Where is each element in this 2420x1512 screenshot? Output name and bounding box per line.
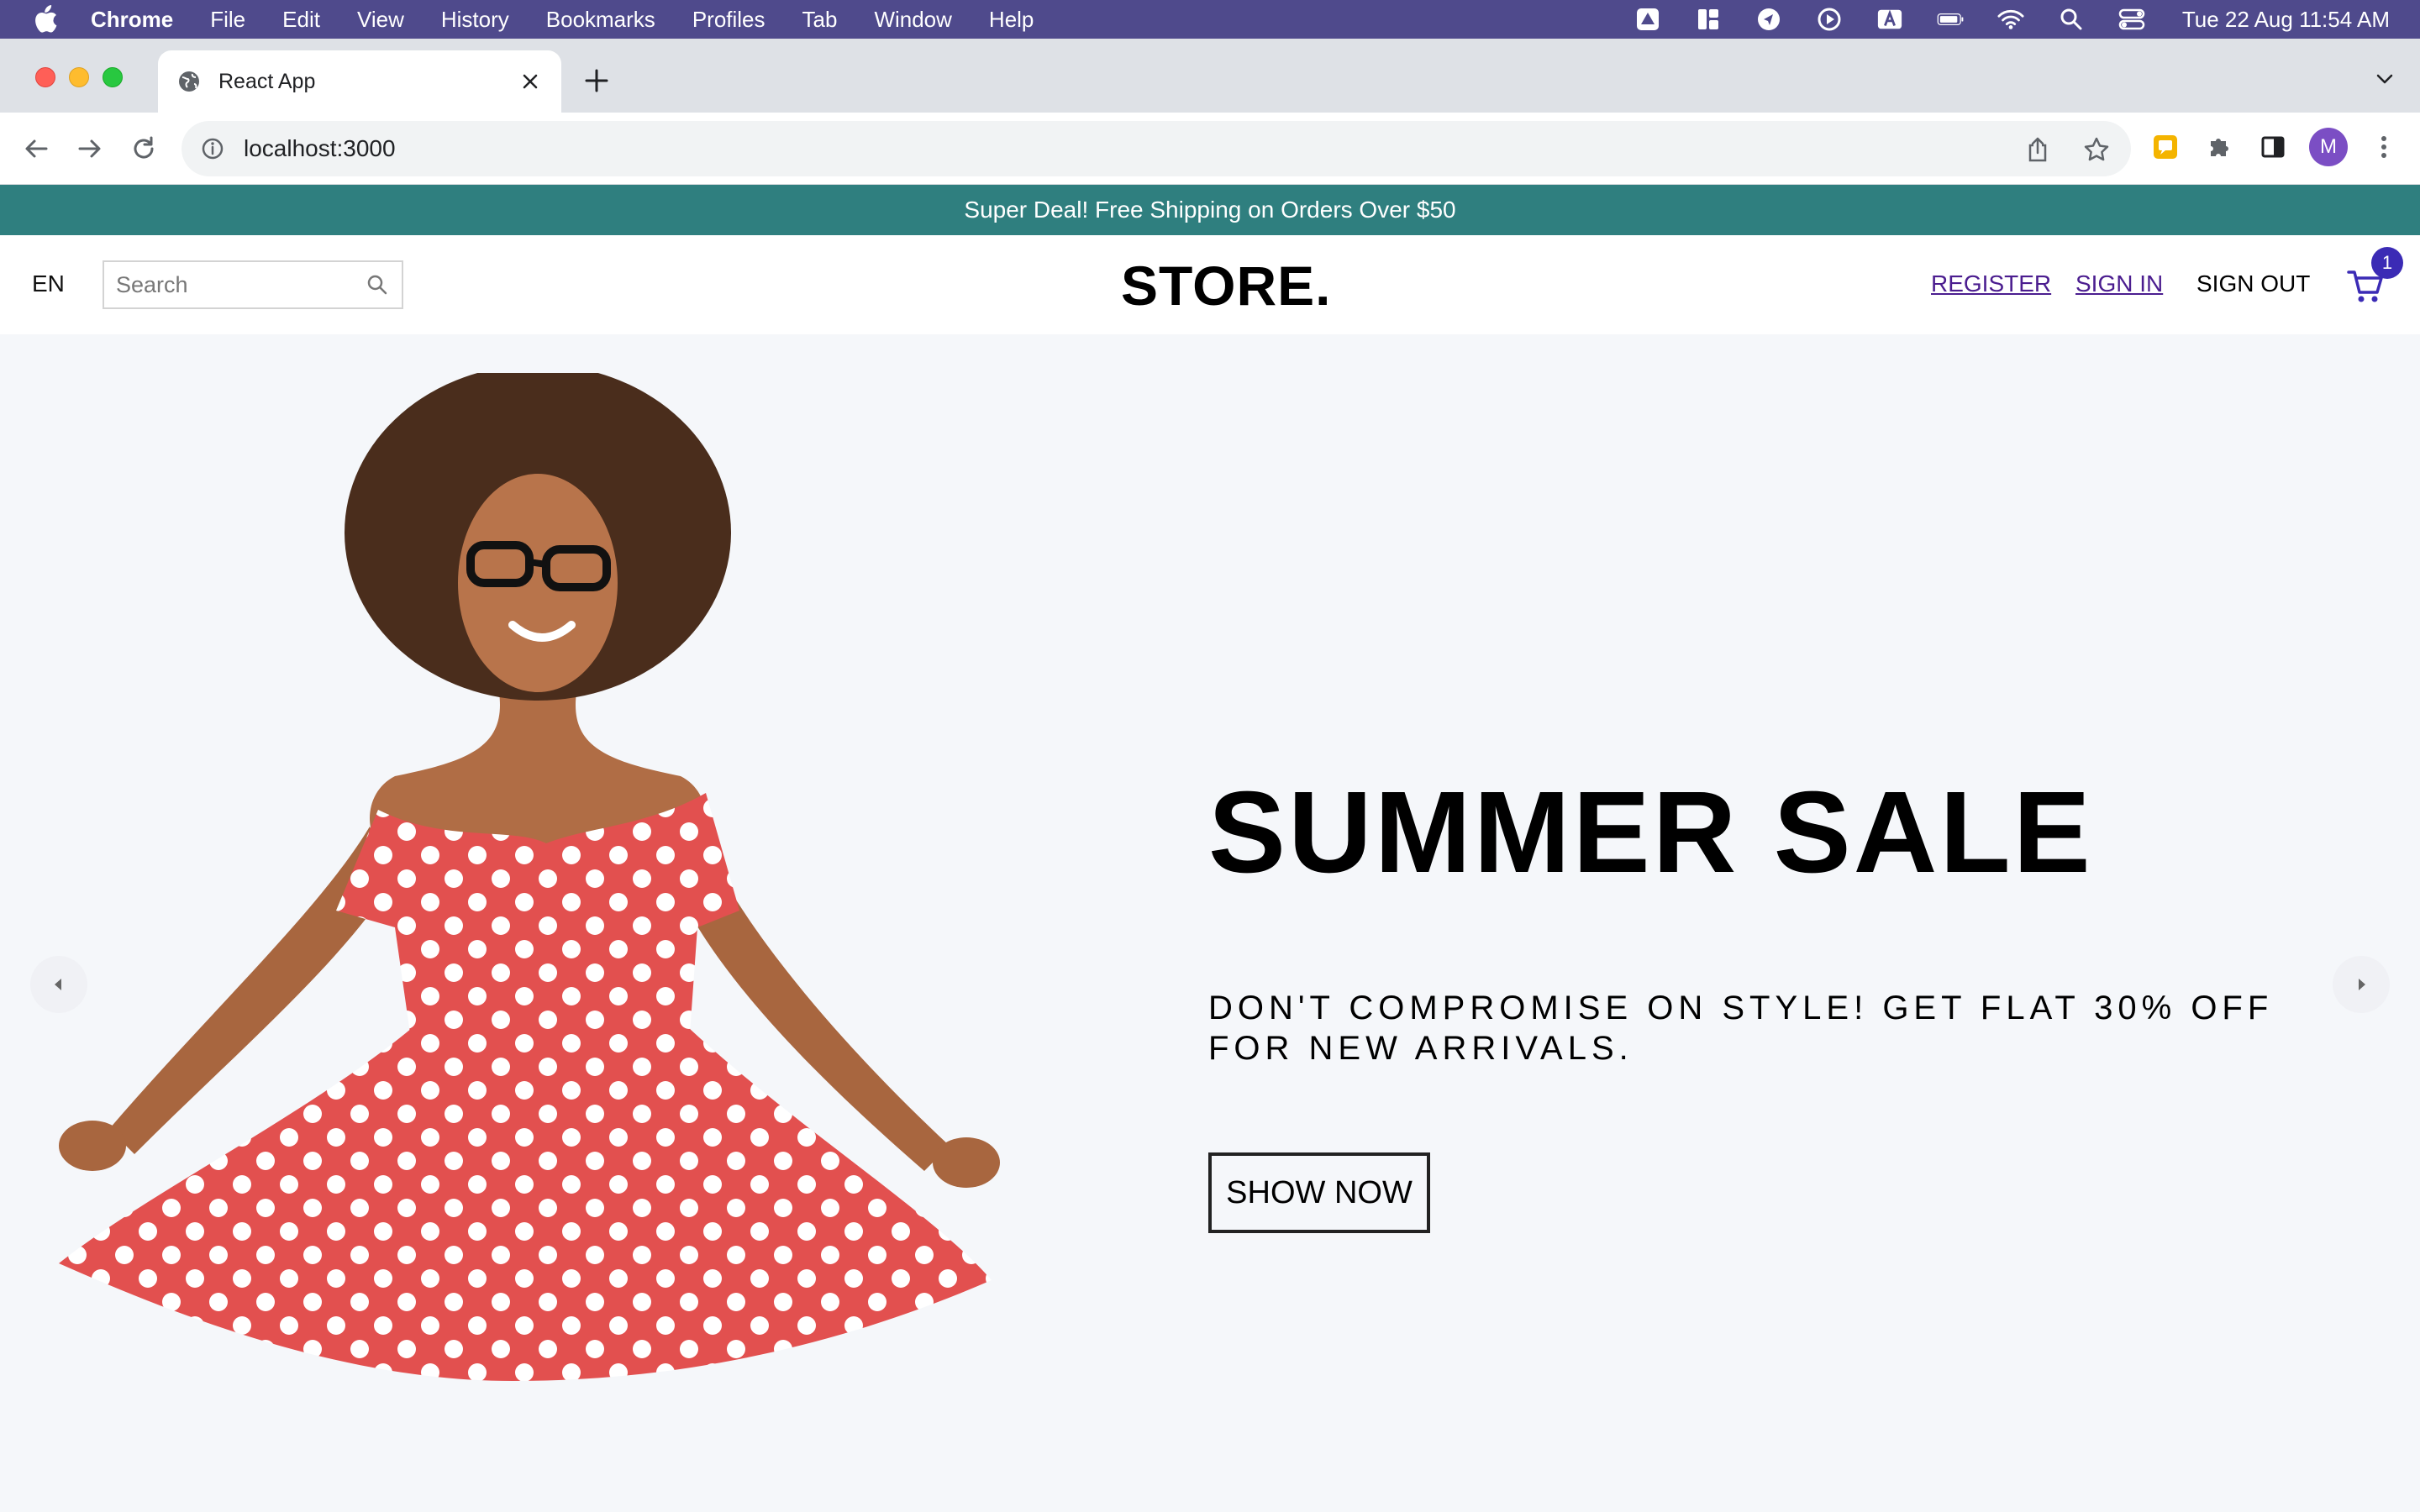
register-link[interactable]: REGISTER (1931, 270, 2051, 297)
close-window-button[interactable] (35, 67, 55, 87)
drive-icon[interactable] (1634, 6, 1661, 33)
navigation-icon[interactable] (1755, 6, 1782, 33)
url-text[interactable]: localhost:3000 (244, 135, 396, 162)
search-box (103, 260, 403, 309)
menu-bar: Chrome File Edit View History Bookmarks … (0, 0, 2420, 39)
share-icon[interactable] (2020, 132, 2055, 167)
menu-tab[interactable]: Tab (802, 7, 838, 33)
play-icon[interactable] (1816, 6, 1843, 33)
apple-icon[interactable] (30, 4, 60, 34)
store-logo[interactable]: STORE. (1121, 254, 1332, 318)
globe-icon (176, 69, 202, 94)
search-icon[interactable] (365, 272, 390, 297)
cart-count-badge: 1 (2371, 247, 2403, 279)
search-input[interactable] (116, 271, 343, 298)
side-panel-icon[interactable] (2255, 129, 2291, 165)
announcement-bar: Super Deal! Free Shipping on Orders Over… (0, 185, 2420, 235)
browser-tab[interactable]: React App (158, 50, 561, 113)
spotlight-search-icon[interactable] (2058, 6, 2085, 33)
menu-file[interactable]: File (210, 7, 245, 33)
hero-title: SUMMER SALE (1208, 768, 2093, 897)
language-selector[interactable]: EN (32, 270, 65, 297)
menu-view[interactable]: View (357, 7, 404, 33)
tab-strip: React App (0, 39, 2420, 113)
sign-out-link[interactable]: SIGN OUT (2196, 270, 2310, 297)
sign-in-link[interactable]: SIGN IN (2075, 270, 2163, 297)
menu-history[interactable]: History (441, 7, 509, 33)
slider-next-arrow[interactable] (2333, 956, 2390, 1013)
fullscreen-window-button[interactable] (103, 67, 123, 87)
tab-title: React App (218, 69, 316, 93)
input-source-icon[interactable] (1876, 6, 1903, 33)
info-icon[interactable] (198, 134, 227, 163)
new-tab-button[interactable] (578, 62, 615, 99)
battery-icon[interactable] (1937, 6, 1964, 33)
menu-edit[interactable]: Edit (282, 7, 320, 33)
close-icon[interactable] (518, 69, 543, 94)
extensions-puzzle-icon[interactable] (2202, 129, 2237, 165)
reload-icon[interactable] (126, 131, 161, 166)
hero-description: DON'T COMPROMISE ON STYLE! GET FLAT 30% … (1208, 990, 2274, 1067)
show-now-button[interactable]: SHOW NOW (1208, 1152, 1430, 1233)
extension-note-icon[interactable] (2148, 129, 2183, 165)
control-center-icon[interactable] (2118, 6, 2145, 33)
hero-model-image (59, 373, 1000, 1381)
more-menu-icon[interactable] (2366, 129, 2402, 165)
menubar-clock[interactable]: Tue 22 Aug 11:54 AM (2182, 7, 2390, 33)
browser-toolbar: localhost:3000 M (0, 113, 2420, 185)
store-navbar: EN STORE. REGISTER SIGN IN SIGN OUT 1 (0, 235, 2420, 334)
layout-icon[interactable] (1695, 6, 1722, 33)
menu-window[interactable]: Window (874, 7, 951, 33)
profile-avatar[interactable]: M (2309, 128, 2348, 166)
hero-slider: SUMMER SALE DON'T COMPROMISE ON STYLE! G… (0, 334, 2420, 1512)
address-bar[interactable]: localhost:3000 (182, 121, 2131, 176)
chevron-down-icon[interactable] (2370, 64, 2400, 94)
bookmark-star-icon[interactable] (2079, 132, 2114, 167)
back-arrow-icon[interactable] (18, 131, 54, 166)
forward-arrow-icon[interactable] (72, 131, 108, 166)
status-area: Tue 22 Aug 11:54 AM (1634, 0, 2390, 39)
menu-help[interactable]: Help (989, 7, 1034, 33)
minimize-window-button[interactable] (69, 67, 89, 87)
menu-app-name[interactable]: Chrome (91, 7, 173, 33)
wifi-icon[interactable] (1997, 6, 2024, 33)
menu-bookmarks[interactable]: Bookmarks (546, 7, 655, 33)
menu-profiles[interactable]: Profiles (692, 7, 765, 33)
